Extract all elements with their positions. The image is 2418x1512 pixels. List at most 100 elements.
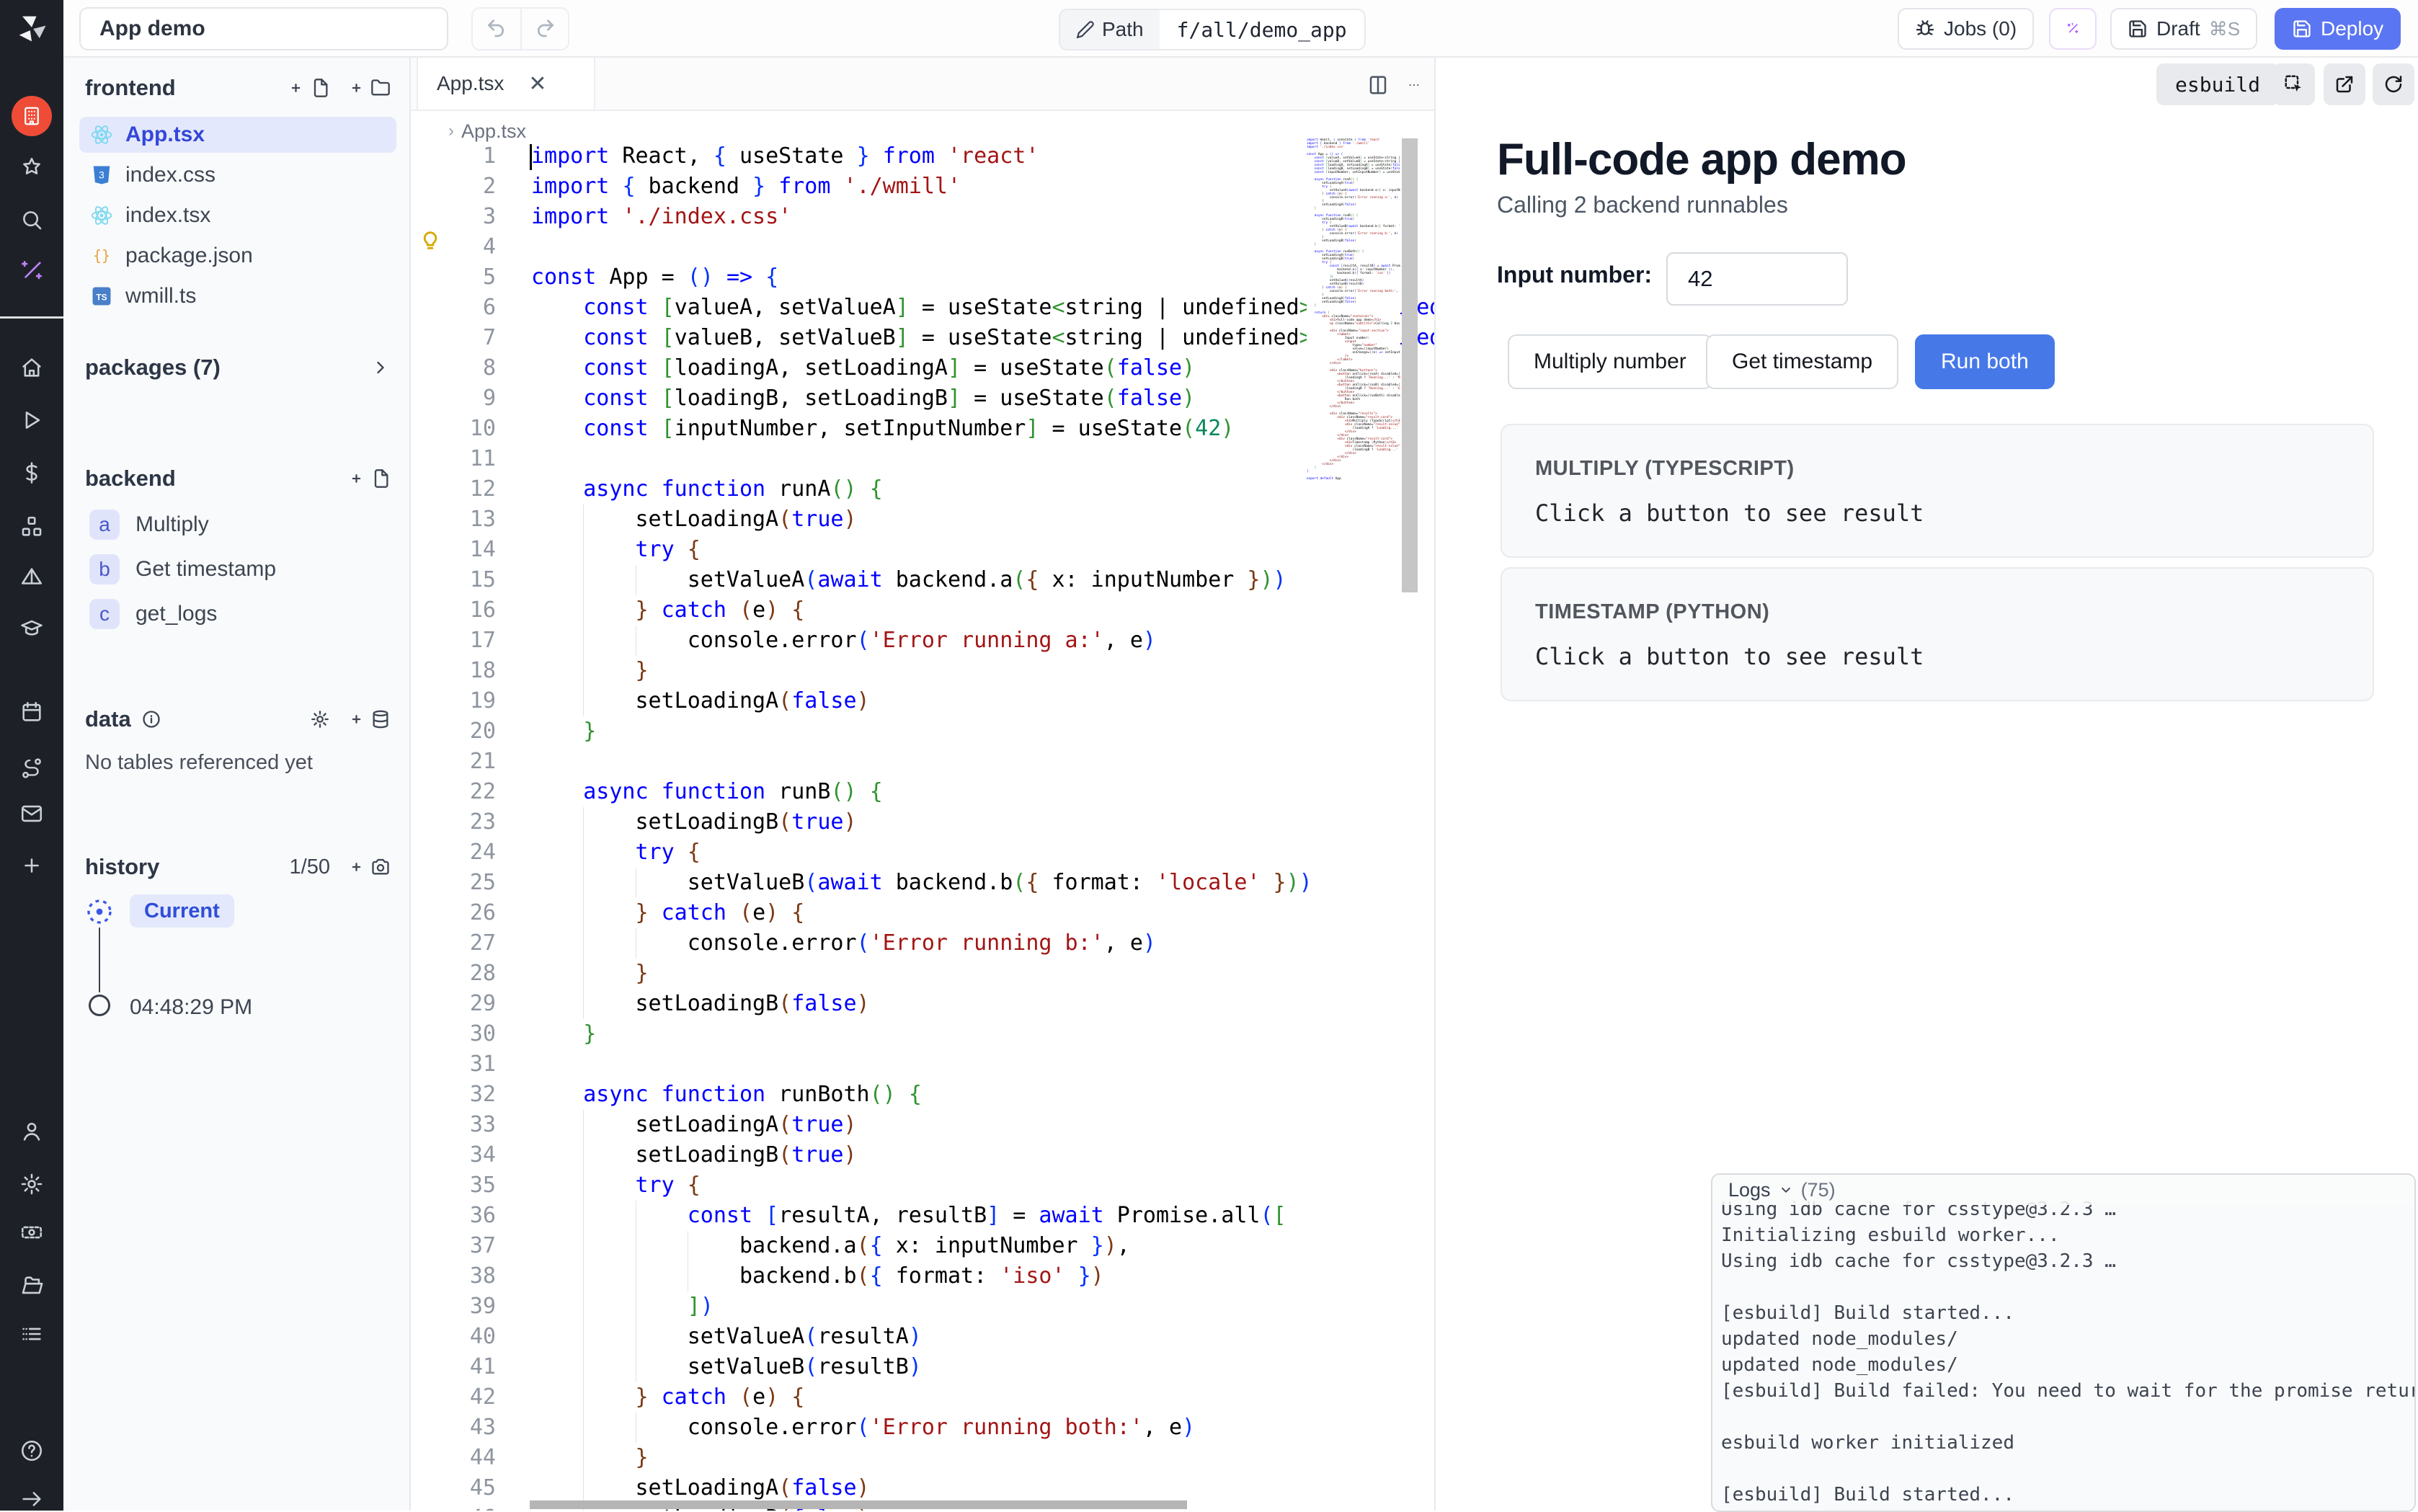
user-icon[interactable]	[19, 1119, 45, 1144]
folder-open-icon[interactable]	[19, 1273, 45, 1299]
plus-icon[interactable]	[19, 853, 45, 879]
code-line[interactable]: 24 try {	[411, 837, 1434, 868]
code-line[interactable]: 19 setLoadingA(false)	[411, 686, 1434, 716]
graduation-cap-icon[interactable]	[19, 615, 45, 641]
runnable-item-get-timestamp[interactable]: bGet timestamp	[79, 549, 396, 590]
collapse-arrow-icon[interactable]	[19, 1486, 45, 1512]
code-line[interactable]: 25 setValueB(await backend.b({ format: '…	[411, 868, 1434, 898]
prism-icon[interactable]	[19, 564, 45, 590]
code-line[interactable]: 8 const [loadingA, setLoadingA] = useSta…	[411, 353, 1434, 383]
code-line[interactable]: 34 setLoadingB(true)	[411, 1140, 1434, 1170]
code-line[interactable]: 2import { backend } from './wmill'	[411, 172, 1434, 202]
mail-icon[interactable]	[19, 801, 45, 827]
horizontal-scrollbar[interactable]	[530, 1500, 1187, 1509]
data-settings-button[interactable]	[310, 709, 330, 729]
add-file-button[interactable]	[288, 78, 330, 98]
run-both-button[interactable]: Run both	[1915, 334, 2055, 389]
refresh-icon[interactable]	[2373, 63, 2414, 105]
code-line[interactable]: 29 setLoadingB(false)	[411, 989, 1434, 1019]
code-line[interactable]: 43 console.error('Error running both:', …	[411, 1413, 1434, 1443]
code-line[interactable]: 23 setLoadingB(true)	[411, 807, 1434, 837]
code-line[interactable]: 5const App = () => {	[411, 262, 1434, 293]
calendar-icon[interactable]	[19, 699, 45, 725]
code-line[interactable]: 41 setValueB(resultB)	[411, 1352, 1434, 1382]
magic-wand-icon[interactable]	[19, 258, 45, 284]
code-line[interactable]: 9 const [loadingB, setLoadingB] = useSta…	[411, 383, 1434, 414]
code-line[interactable]: 40 setValueA(resultA)	[411, 1322, 1434, 1352]
code-line[interactable]: 15 setValueA(await backend.a({ x: inputN…	[411, 565, 1434, 595]
draft-button[interactable]: Draft ⌘S	[2110, 8, 2257, 50]
file-item-index-tsx[interactable]: index.tsx	[79, 197, 396, 234]
code-line[interactable]: 17 console.error('Error running a:', e)	[411, 626, 1434, 656]
input-number-field[interactable]	[1666, 252, 1848, 306]
workers-icon[interactable]	[19, 1219, 45, 1245]
code-line[interactable]: 39 ])	[411, 1291, 1434, 1322]
file-item-package-json[interactable]: {}package.json	[79, 238, 396, 274]
undo-button[interactable]	[473, 9, 520, 49]
runtime-badge[interactable]: esbuild	[2156, 63, 2279, 105]
get-timestamp-button[interactable]: Get timestamp	[1706, 334, 1898, 389]
apps-building-icon[interactable]	[12, 96, 52, 136]
open-external-icon[interactable]	[2324, 63, 2365, 105]
list-icon[interactable]	[19, 1321, 45, 1347]
code-line[interactable]: 38 backend.b({ format: 'iso' })	[411, 1261, 1434, 1291]
code-line[interactable]: 7 const [valueB, setValueB] = useState<s…	[411, 323, 1434, 353]
add-runnable-button[interactable]	[349, 468, 391, 489]
vertical-scrollbar[interactable]	[1402, 138, 1418, 592]
help-icon[interactable]	[19, 1438, 45, 1464]
code-line[interactable]: 42 } catch (e) {	[411, 1382, 1434, 1413]
code-line[interactable]: 36 const [resultA, resultB] = await Prom…	[411, 1201, 1434, 1231]
play-icon[interactable]	[19, 407, 45, 433]
code-line[interactable]: 12 async function runA() {	[411, 474, 1434, 504]
code-line[interactable]: 11	[411, 444, 1434, 474]
packages-section-header[interactable]: packages (7)	[85, 355, 391, 381]
code-line[interactable]: 14 try {	[411, 535, 1434, 565]
runnable-item-get-logs[interactable]: cget_logs	[79, 594, 396, 634]
code-line[interactable]: 22 async function runB() {	[411, 777, 1434, 807]
code-line[interactable]: 18 }	[411, 656, 1434, 686]
split-editor-icon[interactable]	[1364, 71, 1392, 99]
star-icon[interactable]	[19, 155, 45, 181]
code-line[interactable]: 21	[411, 747, 1434, 777]
route-icon[interactable]	[19, 755, 45, 781]
file-item-index-css[interactable]: 3index.css	[79, 157, 396, 193]
code-line[interactable]: 4	[411, 232, 1434, 262]
file-item-wmill-ts[interactable]: TSwmill.ts	[79, 278, 396, 314]
add-folder-button[interactable]	[349, 78, 391, 98]
path-edit-button[interactable]: Path	[1060, 10, 1160, 49]
path-group[interactable]: Path f/all/demo_app	[1059, 9, 1366, 50]
app-name-input[interactable]	[79, 7, 448, 50]
code-line[interactable]: 6 const [valueA, setValueA] = useState<s…	[411, 293, 1434, 323]
code-viewport[interactable]: 1import React, { useState } from 'react'…	[411, 141, 1434, 1511]
history-entry-current[interactable]: Current	[130, 894, 234, 928]
code-line[interactable]: 45 setLoadingA(false)	[411, 1473, 1434, 1503]
add-table-button[interactable]	[349, 709, 391, 729]
settings-gear-icon[interactable]	[19, 1171, 45, 1197]
code-line[interactable]: 26 } catch (e) {	[411, 898, 1434, 928]
code-line[interactable]: 13 setLoadingA(true)	[411, 504, 1434, 535]
code-line[interactable]: 20 }	[411, 716, 1434, 747]
code-line[interactable]: 27 console.error('Error running b:', e)	[411, 928, 1434, 959]
close-tab-icon[interactable]: ✕	[528, 71, 546, 97]
logs-panel[interactable]: Logs (75) Using idb cache for csstype@3.…	[1711, 1173, 2416, 1512]
editor-menu-icon[interactable]: ⋯	[1400, 71, 1428, 99]
code-line[interactable]: 28 }	[411, 959, 1434, 989]
multiply-number-button[interactable]: Multiply number	[1508, 334, 1712, 389]
code-line[interactable]: 33 setLoadingA(true)	[411, 1110, 1434, 1140]
code-line[interactable]: 32 async function runBoth() {	[411, 1080, 1434, 1110]
code-line[interactable]: 1import React, { useState } from 'react'	[411, 141, 1434, 172]
redo-button[interactable]	[520, 9, 568, 49]
jobs-button[interactable]: Jobs (0)	[1898, 8, 2034, 50]
code-line[interactable]: 3import './index.css'	[411, 202, 1434, 232]
inspect-select-icon[interactable]	[2273, 63, 2315, 105]
history-entry-time[interactable]: 04:48:29 PM	[130, 995, 252, 1020]
home-icon[interactable]	[19, 355, 45, 381]
code-line[interactable]: 10 const [inputNumber, setInputNumber] =…	[411, 414, 1434, 444]
file-item-App-tsx[interactable]: App.tsx	[79, 117, 396, 153]
code-line[interactable]: 31	[411, 1049, 1434, 1080]
deploy-button[interactable]: Deploy	[2275, 8, 2401, 50]
add-snapshot-button[interactable]	[349, 857, 391, 877]
search-icon[interactable]	[19, 207, 45, 233]
logs-header[interactable]: Logs (75)	[1712, 1175, 2414, 1205]
tab-app-tsx[interactable]: App.tsx ✕	[417, 58, 595, 110]
